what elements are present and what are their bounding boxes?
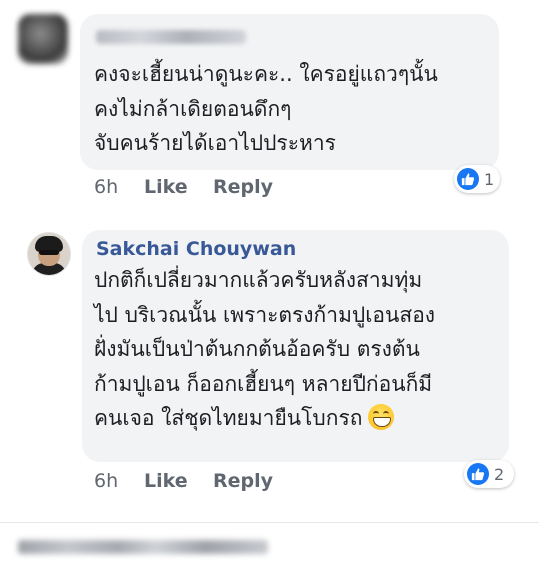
comment-timestamp[interactable]: 6h bbox=[94, 470, 118, 492]
reaction-count-badge[interactable]: 1 bbox=[454, 165, 500, 193]
comment-line: ก้ามปูเอน ก็ออกเฮี้ยนๆ หลายปีก่อนก็มี bbox=[94, 371, 433, 396]
comment-line: คงไม่กล้าเดิยตอนดึกๆ bbox=[94, 96, 292, 121]
reaction-count-badge[interactable]: 2 bbox=[464, 460, 514, 488]
reaction-count: 2 bbox=[494, 464, 505, 484]
comment-line-last: คนเจอ ใส่ชุดไทยมายืนโบกรถ bbox=[94, 401, 435, 436]
author-name[interactable]: Sakchai Chouywan bbox=[96, 238, 296, 260]
comment-line: คงจะเฮี้ยนน่าดูนะคะ.. ใครอยู่แถวๆนั้น bbox=[94, 62, 438, 86]
comment-line: ปกติก็เปลี่ยวมากแล้วครับหลังสามทุ่ม bbox=[94, 268, 423, 292]
author-name-redacted[interactable] bbox=[96, 30, 246, 44]
comment-text: ปกติก็เปลี่ยวมากแล้วครับหลังสามทุ่ม ไป บ… bbox=[94, 263, 435, 436]
comment-timestamp[interactable]: 6h bbox=[94, 176, 118, 198]
like-button[interactable]: Like bbox=[144, 176, 188, 198]
divider bbox=[0, 522, 539, 523]
comment-thread: คงจะเฮี้ยนน่าดูนะคะ.. ใครอยู่แถวๆนั้น คง… bbox=[0, 0, 539, 564]
like-button[interactable]: Like bbox=[144, 470, 188, 492]
reply-button[interactable]: Reply bbox=[213, 176, 273, 198]
avatar[interactable] bbox=[18, 14, 68, 64]
comment-text: คงจะเฮี้ยนน่าดูนะคะ.. ใครอยู่แถวๆนั้น คง… bbox=[94, 57, 438, 161]
comment-line: จับคนร้ายได้เอาไปประหาร bbox=[94, 131, 336, 155]
thumbs-up-icon bbox=[457, 168, 479, 190]
thumbs-up-icon bbox=[467, 463, 489, 485]
reply-button[interactable]: Reply bbox=[213, 470, 273, 492]
grinning-face-emoji bbox=[368, 404, 395, 430]
comment-line: ฝั่งมันเป็นป่าต้นกกต้นอ้อครับ ตรงต้น bbox=[94, 337, 420, 361]
comment-line-text: คนเจอ ใส่ชุดไทยมายืนโบกรถ bbox=[94, 406, 363, 430]
redacted-text bbox=[18, 540, 268, 554]
comment-line: ไป บริเวณนั้น เพราะตรงก้ามปูเอนสอง bbox=[94, 302, 436, 327]
avatar[interactable] bbox=[28, 233, 70, 275]
reaction-count: 1 bbox=[484, 169, 495, 189]
